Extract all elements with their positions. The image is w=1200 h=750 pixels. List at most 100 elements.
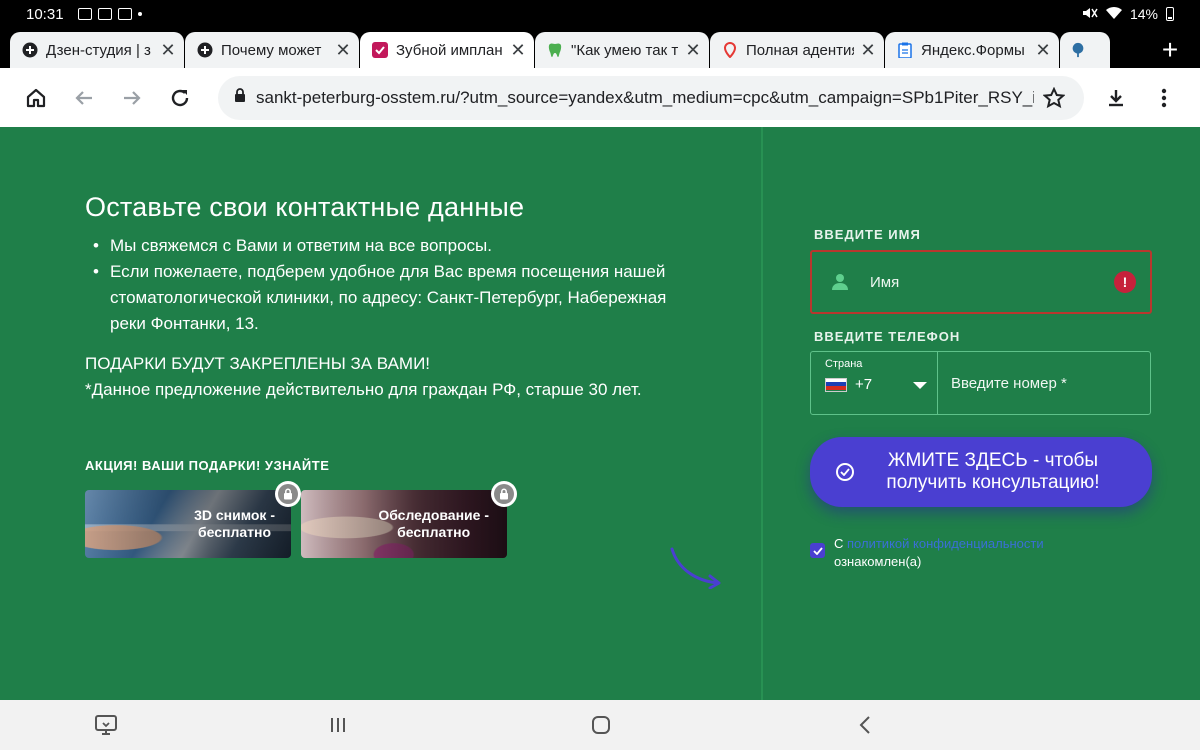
submit-button-label: ЖМИТЕ ЗДЕСЬ - чтобы получить консультаци… <box>854 450 1132 494</box>
gift-card-examination[interactable]: Обследование - бесплатно <box>301 490 507 558</box>
country-code: +7 <box>855 376 873 393</box>
tab-1[interactable]: Почему может ✕ <box>185 32 359 68</box>
battery-percent: 14% <box>1129 6 1158 22</box>
gift-note: ПОДАРКИ БУДУТ ЗАКРЕПЛЕНЫ ЗА ВАМИ! *Данно… <box>85 351 705 403</box>
wifi-icon <box>1105 6 1122 23</box>
system-nav-bar <box>0 700 1200 750</box>
bookmark-button[interactable] <box>1034 78 1074 118</box>
gift-card-title: Обследование - <box>378 507 489 523</box>
check-circle-icon <box>836 463 854 481</box>
error-icon: ! <box>1114 271 1136 293</box>
phone-input[interactable] <box>938 352 1150 414</box>
new-tab-button[interactable]: + <box>1140 32 1200 68</box>
gift-note-line: ПОДАРКИ БУДУТ ЗАКРЕПЛЕНЫ ЗА ВАМИ! <box>85 354 431 373</box>
country-select[interactable]: Страна +7 <box>811 352 938 414</box>
back-button[interactable] <box>60 74 108 122</box>
contact-info-section: Оставьте свои контактные данные Мы свяже… <box>85 192 705 403</box>
gift-card-title: 3D снимок - <box>194 507 275 523</box>
gift-card-text: Обследование - бесплатно <box>378 507 489 541</box>
submit-button-line1: ЖМИТЕ ЗДЕСЬ - чтобы <box>887 450 1099 471</box>
name-label: ВВЕДИТЕ ИМЯ <box>814 227 921 242</box>
chevron-left-icon <box>859 716 870 734</box>
tab-3[interactable]: "Как умею так т ✕ <box>535 32 709 68</box>
column-divider <box>761 127 763 700</box>
browser-toolbar: sankt-peterburg-osstem.ru/?utm_source=ya… <box>0 68 1200 127</box>
country-label: Страна <box>825 358 863 370</box>
phone-field: Страна +7 <box>810 351 1151 415</box>
notification-icons <box>77 8 142 20</box>
gift-note-disclaimer: *Данное предложение действительно для гр… <box>85 380 642 399</box>
home-nav-button[interactable] <box>588 712 614 738</box>
close-tab-icon[interactable]: ✕ <box>860 40 876 60</box>
tab-6[interactable] <box>1060 32 1110 68</box>
bullet-item: Мы свяжемся с Вами и ответим на все вопр… <box>85 233 705 259</box>
inbox-icon <box>117 8 132 20</box>
lock-icon <box>234 87 246 108</box>
tab-title: Почему может <box>221 41 322 59</box>
arrow-left-icon <box>75 90 92 105</box>
more-notifications-icon <box>137 12 142 16</box>
url-text: sankt-peterburg-osstem.ru/?utm_source=ya… <box>256 87 1034 107</box>
tab-2[interactable]: Зубной имплан ✕ <box>360 32 534 68</box>
tab-title: Полная адентия <box>746 41 854 59</box>
phone-label: ВВЕДИТЕ ТЕЛЕФОН <box>814 329 961 344</box>
consent-checkbox[interactable] <box>810 543 825 558</box>
consent-prefix: С <box>834 536 844 551</box>
download-button[interactable] <box>1092 74 1140 122</box>
checkbox-icon <box>372 42 388 58</box>
battery-icon <box>1166 7 1174 21</box>
home-button[interactable] <box>12 74 60 122</box>
person-icon <box>830 272 850 292</box>
consent-row: С политикой конфиденциальности ознакомле… <box>810 535 1152 571</box>
gift-card-subtitle: бесплатно <box>397 524 471 540</box>
tab-title: "Как умею так т <box>571 41 679 59</box>
screen-mirror-button[interactable] <box>93 712 119 738</box>
tab-5[interactable]: Яндекс.Формы ✕ <box>885 32 1059 68</box>
tab-0[interactable]: Дзен-студия | з ✕ <box>10 32 184 68</box>
home-icon <box>26 88 46 107</box>
more-vert-icon <box>1161 88 1167 107</box>
name-input[interactable] <box>870 273 1114 291</box>
address-bar[interactable]: sankt-peterburg-osstem.ru/?utm_source=ya… <box>218 75 1084 120</box>
menu-button[interactable] <box>1140 74 1188 122</box>
submit-button[interactable]: ЖМИТЕ ЗДЕСЬ - чтобы получить консультаци… <box>810 437 1152 507</box>
consent-suffix: ознакомлен(а) <box>834 554 922 569</box>
plus-circle-icon <box>197 42 213 58</box>
home-square-icon <box>592 716 610 734</box>
status-bar: 10:31 14% <box>0 0 1200 28</box>
close-tab-icon[interactable]: ✕ <box>685 40 701 60</box>
privacy-policy-link[interactable]: политикой конфиденциальности <box>847 536 1044 551</box>
reload-button[interactable] <box>156 74 204 122</box>
status-time: 10:31 <box>26 5 64 23</box>
mute-icon <box>1082 6 1098 23</box>
forward-button[interactable] <box>108 74 156 122</box>
consultation-form: ВВЕДИТЕ ИМЯ ! ВВЕДИТЕ ТЕЛЕФОН Страна +7 <box>810 227 1152 571</box>
clipboard-icon <box>897 42 913 58</box>
close-tab-icon[interactable]: ✕ <box>160 40 176 60</box>
info-bullets: Мы свяжемся с Вами и ответим на все вопр… <box>85 233 705 337</box>
dropdown-caret-icon <box>913 382 927 389</box>
tab-4[interactable]: Полная адентия ✕ <box>710 32 884 68</box>
bullet-item: Если пожелаете, подберем удобное для Вас… <box>85 259 705 337</box>
star-icon <box>1043 86 1065 108</box>
download-icon <box>1109 89 1123 106</box>
name-field[interactable]: ! <box>810 250 1152 314</box>
back-nav-button[interactable] <box>852 712 878 738</box>
tab-title: Яндекс.Формы <box>921 41 1025 59</box>
lock-icon <box>278 484 298 504</box>
section-heading: Оставьте свои контактные данные <box>85 192 525 222</box>
close-tab-icon[interactable]: ✕ <box>335 40 351 60</box>
tab-title: Зубной имплан <box>396 41 503 59</box>
lock-badge <box>275 481 301 507</box>
gallery-icon <box>77 8 92 20</box>
lock-icon <box>494 484 514 504</box>
location-pin-icon <box>722 42 738 58</box>
close-tab-icon[interactable]: ✕ <box>1035 40 1051 60</box>
consent-text: С политикой конфиденциальности ознакомле… <box>834 535 1044 571</box>
close-tab-icon[interactable]: ✕ <box>510 40 526 60</box>
recent-apps-button[interactable] <box>325 712 351 738</box>
gift-card-3d-scan[interactable]: 3D снимок - бесплатно <box>85 490 291 558</box>
page-content: Оставьте свои контактные данные Мы свяже… <box>0 127 1200 700</box>
plus-circle-icon <box>22 42 38 58</box>
gift-card-subtitle: бесплатно <box>198 524 272 540</box>
